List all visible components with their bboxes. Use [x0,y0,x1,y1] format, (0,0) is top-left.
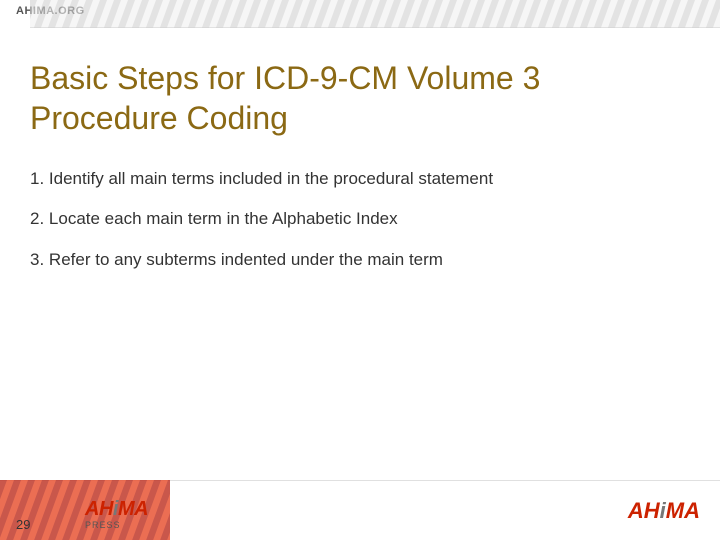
step-3: 3. Refer to any subterms indented under … [30,247,690,273]
press-label: PRESS [85,520,121,530]
page-number: 29 [16,517,30,532]
bottom-bar: 29 AHiMA PRESS AHiMA [0,480,720,540]
step-2: 2. Locate each main term in the Alphabet… [30,206,690,232]
slide-title: Basic Steps for ICD-9-CM Volume 3 Proced… [30,58,690,138]
top-bar: AHIMA.ORG [0,0,720,28]
ahima-press-logo-text: AHiMA [85,497,148,519]
ahima-press-logo: AHiMA PRESS [85,497,148,530]
top-diagonal-pattern [30,0,720,28]
main-content: Basic Steps for ICD-9-CM Volume 3 Proced… [0,28,720,480]
slide-body: 1. Identify all main terms included in t… [30,166,690,273]
step-1: 1. Identify all main terms included in t… [30,166,690,192]
ahima-right-logo: AHiMA [628,498,700,524]
